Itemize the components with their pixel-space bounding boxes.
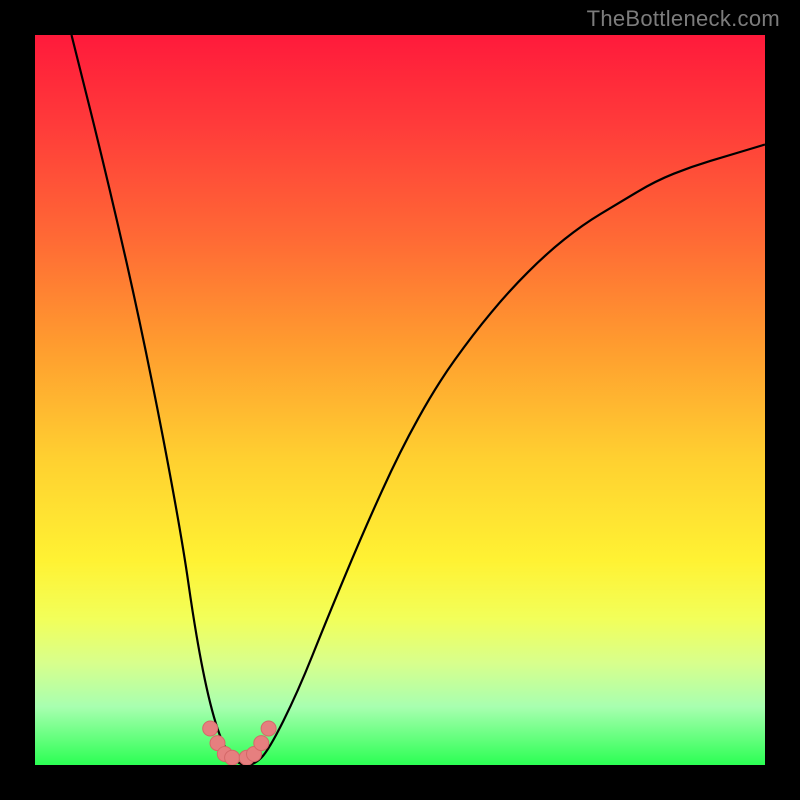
chart-frame: TheBottleneck.com (0, 0, 800, 800)
marker-dot (261, 721, 276, 736)
plot-area (35, 35, 765, 765)
bottom-markers (203, 721, 276, 765)
bottleneck-curve (72, 35, 766, 765)
marker-dot (203, 721, 218, 736)
chart-svg (35, 35, 765, 765)
marker-dot (225, 750, 240, 765)
watermark-text: TheBottleneck.com (587, 6, 780, 32)
marker-dot (254, 736, 269, 751)
